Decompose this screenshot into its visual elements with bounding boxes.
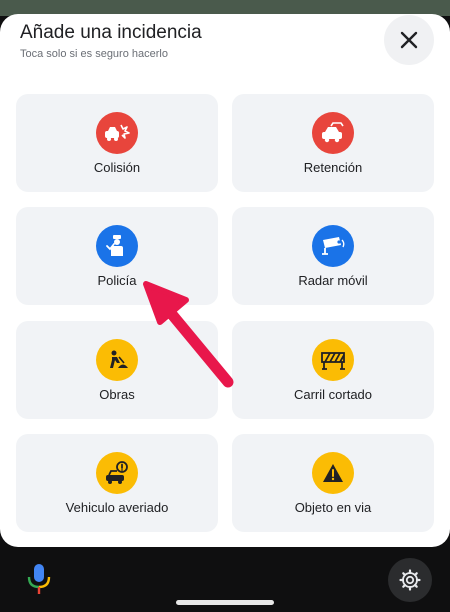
tile-label: Colisión [93,160,141,175]
collision-icon [96,112,138,154]
traffic-jam-icon [312,112,354,154]
tile-collision[interactable]: Colisión [16,94,218,192]
speed-camera-icon [312,225,354,267]
tile-stalled-vehicle[interactable]: Vehiculo averiado [16,434,218,532]
object-on-road-icon [312,452,354,494]
tile-police[interactable]: Policía [16,207,218,305]
incident-grid: Colisión Retención Policía Radar móvil O… [0,0,450,547]
tile-label: Objeto en via [294,500,372,515]
microphone-icon [27,564,51,594]
gear-icon [399,569,421,591]
police-icon [96,225,138,267]
stalled-vehicle-icon [96,452,138,494]
tile-label: Radar móvil [298,273,368,288]
tile-object-on-road[interactable]: Objeto en via [232,434,434,532]
tile-construction[interactable]: Obras [16,321,218,419]
home-indicator[interactable] [176,600,274,605]
tile-label: Policía [97,273,137,288]
tile-traffic-jam[interactable]: Retención [232,94,434,192]
tile-label: Vehiculo averiado [65,500,169,515]
tile-label: Retención [303,160,363,175]
construction-icon [96,339,138,381]
tile-label: Obras [99,387,135,402]
voice-input-button[interactable] [25,562,53,598]
settings-button[interactable] [388,558,432,602]
tile-label: Carril cortado [293,387,373,402]
lane-closed-icon [312,339,354,381]
tile-speed-camera[interactable]: Radar móvil [232,207,434,305]
tile-lane-closed[interactable]: Carril cortado [232,321,434,419]
